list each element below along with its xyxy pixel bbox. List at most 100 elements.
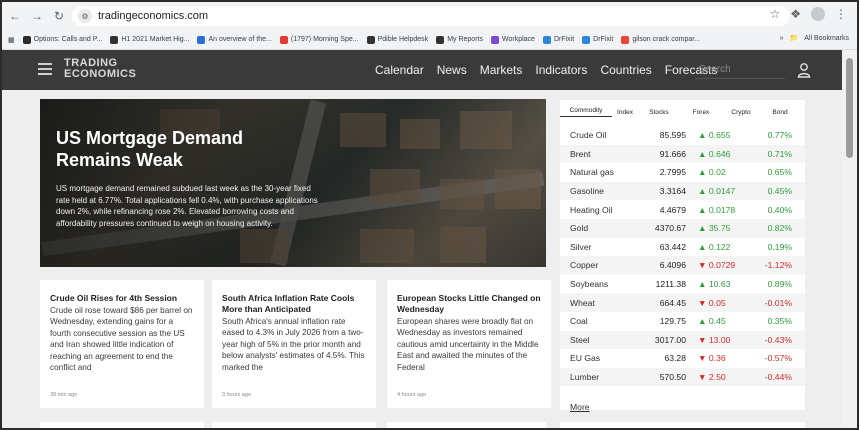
bookmark-item[interactable]: My Reports <box>436 35 483 44</box>
commodity-name[interactable]: Silver <box>560 242 638 252</box>
commodity-name[interactable]: Heating Oil <box>560 205 638 215</box>
news-card[interactable]: South Africa Inflation Rate Cools More t… <box>212 280 376 408</box>
tab-bond[interactable]: Bond <box>760 109 800 116</box>
back-icon[interactable]: ← <box>6 7 24 25</box>
market-row[interactable]: Natural gas 2.7995 ▲ 0.02 0.65% <box>560 163 805 182</box>
bookmark-item[interactable]: Pdible Helpdesk <box>366 35 428 44</box>
commodity-price: 2.7995 <box>659 167 686 178</box>
scrollbar-thumb[interactable] <box>846 58 853 158</box>
news-card[interactable]: Crude Oil Rises for 4th Session Crude oi… <box>40 280 204 408</box>
widget-next <box>560 422 805 428</box>
page-scrollbar[interactable] <box>842 50 857 428</box>
change-value: 0.655 <box>708 130 731 141</box>
menu-kebab-icon[interactable]: ⋮ <box>835 7 847 21</box>
commodity-percent: 0.65% <box>767 167 792 178</box>
forward-icon[interactable]: → <box>28 7 46 25</box>
change-value: 0.646 <box>708 148 731 159</box>
all-bookmarks-link[interactable]: All Bookmarks <box>804 35 849 42</box>
news-title[interactable]: Crude Oil Rises for 4th Session <box>50 293 194 304</box>
nav-news[interactable]: News <box>437 63 467 77</box>
market-row[interactable]: Gasoline 3.3164 ▲ 0.0147 0.45% <box>560 181 805 201</box>
market-row[interactable]: Lumber 570.50 ▼ 2.50 -0.44% <box>560 367 805 387</box>
market-row[interactable]: Heating Oil 4.4679 ▲ 0.0178 0.40% <box>560 200 805 219</box>
main-content: US Mortgage Demand Remains Weak US mortg… <box>2 90 842 428</box>
commodity-change: ▲ 0.646 <box>686 149 756 159</box>
bookmark-item[interactable]: H1 2021 Market Hig... <box>110 35 189 44</box>
commodity-percent: 0.45% <box>767 186 792 197</box>
nav-indicators[interactable]: Indicators <box>535 63 587 77</box>
apps-grid-icon[interactable]: ▦ <box>8 36 15 44</box>
tab-stocks[interactable]: Stocks <box>638 109 680 116</box>
tab-crypto[interactable]: Crypto <box>722 109 760 116</box>
bookmark-favicon-icon <box>542 35 551 44</box>
commodity-name[interactable]: Copper <box>560 260 638 270</box>
profile-avatar[interactable] <box>811 7 825 21</box>
bookmark-favicon-icon <box>436 35 445 44</box>
market-row[interactable]: Brent 91.666 ▲ 0.646 0.71% <box>560 144 805 164</box>
url-text: tradingeconomics.com <box>98 10 209 22</box>
nav-markets[interactable]: Markets <box>480 63 523 77</box>
tab-index[interactable]: Index <box>612 109 638 116</box>
commodity-name[interactable]: Lumber <box>560 372 638 382</box>
nav-countries[interactable]: Countries <box>600 63 651 77</box>
tab-commodity[interactable]: Commodity <box>560 107 612 117</box>
commodity-name[interactable]: Steel <box>560 335 638 345</box>
commodity-name[interactable]: Natural gas <box>560 167 638 177</box>
market-row[interactable]: Coal 129.75 ▲ 0.45 0.35% <box>560 312 805 331</box>
site-logo[interactable]: TRADING ECONOMICS <box>64 58 136 80</box>
commodity-name[interactable]: Wheat <box>560 298 638 308</box>
market-row[interactable]: Gold 4370.67 ▲ 35.75 0.82% <box>560 219 805 238</box>
commodity-change: ▼ 0.36 <box>686 353 756 363</box>
hero-article[interactable]: US Mortgage Demand Remains Weak US mortg… <box>40 99 546 267</box>
news-title[interactable]: South Africa Inflation Rate Cools More t… <box>222 293 366 315</box>
user-icon[interactable] <box>797 62 811 78</box>
commodity-name[interactable]: Soybeans <box>560 279 638 289</box>
news-card[interactable]: European Stocks Little Changed on Wednes… <box>387 280 551 408</box>
commodity-name[interactable]: Gasoline <box>560 186 638 196</box>
commodity-percent: 0.89% <box>767 279 792 290</box>
address-bar[interactable]: ⚙ tradingeconomics.com <box>72 6 790 26</box>
bookmark-item[interactable]: Options: Calls and P... <box>22 35 102 44</box>
bookmark-item[interactable]: DrFixit <box>542 35 574 44</box>
commodity-price: 4.4679 <box>659 204 686 215</box>
commodity-change: ▲ 0.122 <box>686 242 756 252</box>
market-row[interactable]: Wheat 664.45 ▼ 0.05 -0.01% <box>560 293 805 312</box>
triangle-down-icon: ▼ <box>698 353 709 364</box>
market-row[interactable]: EU Gas 63.28 ▼ 0.36 -0.57% <box>560 349 805 368</box>
triangle-up-icon: ▲ <box>698 223 709 234</box>
news-card-next <box>212 422 376 428</box>
market-row[interactable]: Silver 63.442 ▲ 0.122 0.19% <box>560 237 805 257</box>
market-row[interactable]: Copper 6.4096 ▼ 0.0729 -1.12% <box>560 256 805 275</box>
hero-title[interactable]: US Mortgage Demand Remains Weak <box>56 127 296 171</box>
market-row[interactable]: Steel 3017.00 ▼ 13.00 -0.43% <box>560 330 805 350</box>
commodity-name[interactable]: Coal <box>560 316 638 326</box>
nav-calendar[interactable]: Calendar <box>375 63 424 77</box>
commodity-name[interactable]: Crude Oil <box>560 130 638 140</box>
market-tabs: Commodity Index Stocks Forex Crypto Bond <box>560 100 805 124</box>
change-value: 0.05 <box>708 297 726 308</box>
tab-forex[interactable]: Forex <box>680 109 722 116</box>
news-title[interactable]: European Stocks Little Changed on Wednes… <box>397 293 541 315</box>
bookmark-item[interactable]: gilson crack compar... <box>621 35 700 44</box>
bookmark-item[interactable]: (1797) Morning Spe... <box>279 35 359 44</box>
commodity-price: 63.28 <box>664 353 686 364</box>
triangle-up-icon: ▲ <box>698 186 709 197</box>
search-input[interactable]: Search <box>695 61 785 79</box>
bookmark-item[interactable]: DrFixit <box>582 35 613 44</box>
commodity-name[interactable]: EU Gas <box>560 353 638 363</box>
bookmarks-overflow-icon[interactable]: » <box>780 35 784 42</box>
bookmark-star-icon[interactable]: ☆ <box>769 7 780 21</box>
extension-icon[interactable]: ❖ <box>790 7 801 21</box>
hamburger-menu-icon[interactable] <box>38 63 52 75</box>
reload-icon[interactable]: ↻ <box>50 7 68 25</box>
bookmark-item[interactable]: Workplace <box>490 35 535 44</box>
commodity-name[interactable]: Gold <box>560 223 638 233</box>
commodity-percent: -0.43% <box>764 334 792 345</box>
market-row[interactable]: Crude Oil 85.595 ▲ 0.655 0.77% <box>560 126 805 145</box>
news-card-next <box>387 422 546 428</box>
market-row[interactable]: Soybeans 1211.38 ▲ 10.63 0.89% <box>560 274 805 294</box>
commodity-name[interactable]: Brent <box>560 149 638 159</box>
bookmark-item[interactable]: An overview of the... <box>197 35 272 44</box>
site-info-icon[interactable]: ⚙ <box>78 9 92 23</box>
more-link[interactable]: More <box>570 402 590 412</box>
